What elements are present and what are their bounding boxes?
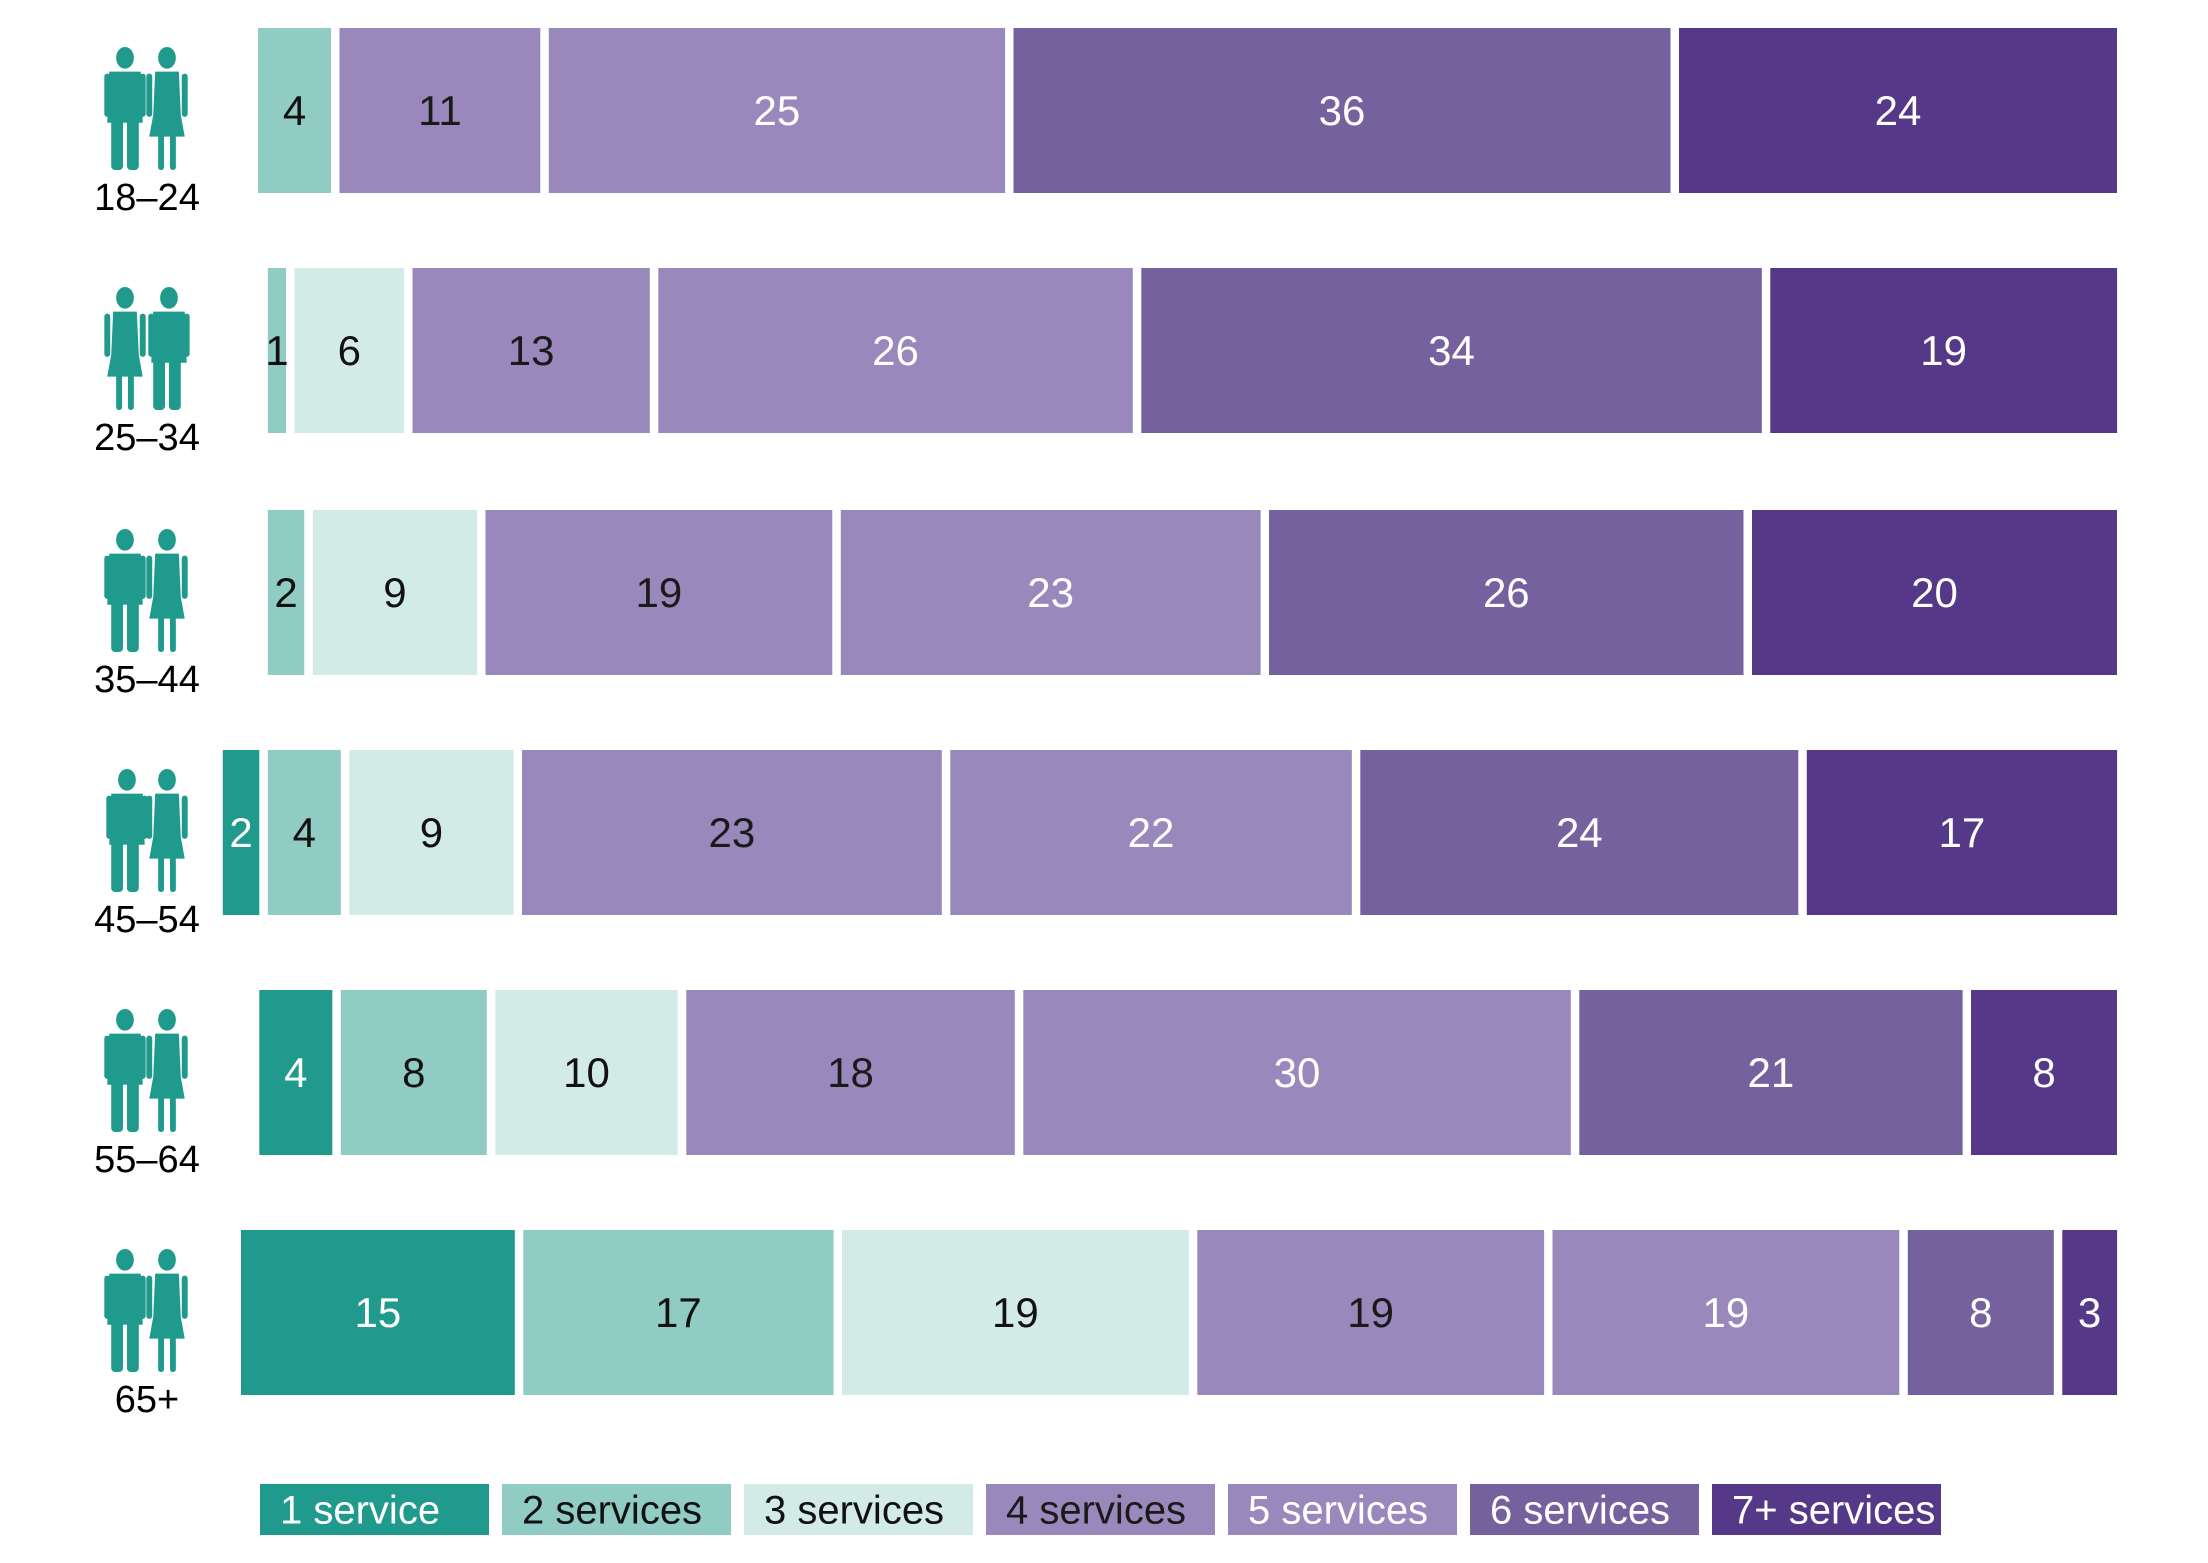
data-label: 19	[636, 569, 683, 616]
legend-label: 2 services	[522, 1489, 702, 1533]
data-label: 11	[418, 87, 462, 134]
legend-label: 1 service	[280, 1489, 440, 1533]
data-label: 1	[265, 327, 288, 374]
bar-row: 15 17 19 19 19 8 3	[241, 1230, 2118, 1395]
data-label: 18	[827, 1049, 874, 1096]
legend-item: 5 services	[1228, 1484, 1457, 1535]
data-label: 17	[655, 1289, 702, 1336]
data-label: 36	[1319, 87, 1366, 134]
stacked-bar-chart: 18–2425–3435–4445–5455–6465+ 4 11 25 36 241 6…	[94, 28, 2118, 1535]
age-group-label: 18–24	[94, 177, 200, 219]
data-label: 24	[1556, 809, 1603, 856]
legend-item: 6 services	[1470, 1484, 1699, 1535]
adults-45-54-silhouette-icon	[106, 768, 188, 893]
legend-label: 7+ services	[1732, 1489, 1935, 1533]
bar-row: 2 4 9 23 22 24 17	[222, 750, 2118, 915]
data-label: 13	[508, 327, 555, 374]
data-label: 30	[1274, 1049, 1321, 1096]
data-label: 34	[1428, 327, 1475, 374]
data-label: 19	[1347, 1289, 1394, 1336]
legend-item: 2 services	[502, 1484, 731, 1535]
data-label: 17	[1939, 809, 1986, 856]
data-label: 23	[1027, 569, 1074, 616]
legend-label: 4 services	[1006, 1489, 1186, 1533]
data-label: 19	[992, 1289, 1039, 1336]
legend-item: 7+ services	[1712, 1484, 1941, 1535]
legend-label: 6 services	[1490, 1489, 1670, 1533]
age-group-label: 45–54	[94, 899, 200, 941]
data-label: 2	[274, 569, 297, 616]
legend-label: 5 services	[1248, 1489, 1428, 1533]
data-label: 19	[1703, 1289, 1750, 1336]
data-label: 3	[2078, 1289, 2101, 1336]
data-label: 2	[229, 809, 252, 856]
data-label: 21	[1748, 1049, 1795, 1096]
adults-35-44-silhouette-icon	[104, 528, 188, 653]
data-label: 20	[1911, 569, 1958, 616]
legend-item: 3 services	[744, 1484, 973, 1535]
data-label: 25	[754, 87, 801, 134]
data-label: 19	[1920, 327, 1967, 374]
data-label: 9	[383, 569, 406, 616]
data-label: 6	[338, 327, 361, 374]
adults-25-34-silhouette-icon	[104, 286, 190, 411]
adults-55-64-silhouette-icon	[104, 1008, 188, 1133]
bar-row: 1 6 13 26 34 19	[265, 268, 2118, 433]
seniors-silhouette-icon	[104, 1248, 188, 1373]
data-label: 8	[2032, 1049, 2055, 1096]
age-group-label: 55–64	[94, 1139, 200, 1181]
legend: 1 service 2 services 3 services 4 services 5…	[260, 1484, 1941, 1535]
data-label: 24	[1875, 87, 1922, 134]
data-label: 8	[1969, 1289, 1992, 1336]
bar-rows: 4 11 25 36 241 6 13 26 34 192 9 19 23 26 202 4 9 23 22 24 17…	[222, 28, 2118, 1395]
age-group-label: 35–44	[94, 659, 200, 701]
data-label: 23	[709, 809, 756, 856]
legend-item: 1 service	[260, 1484, 489, 1535]
data-label: 10	[563, 1049, 610, 1096]
bar-row: 4 8 10 18 30 21 8	[259, 990, 2117, 1155]
young-adults-silhouette-icon	[104, 46, 188, 171]
data-label: 26	[1483, 569, 1530, 616]
bar-row: 4 11 25 36 24	[258, 28, 2117, 193]
legend-label: 3 services	[764, 1489, 944, 1533]
bar-row: 2 9 19 23 26 20	[267, 510, 2117, 675]
data-label: 9	[420, 809, 443, 856]
data-label: 15	[355, 1289, 402, 1336]
data-label: 22	[1128, 809, 1175, 856]
data-label: 4	[283, 87, 306, 134]
age-group-label: 65+	[115, 1379, 179, 1421]
legend-item: 4 services	[986, 1484, 1215, 1535]
data-label: 26	[872, 327, 919, 374]
data-label: 4	[293, 809, 316, 856]
data-label: 4	[284, 1049, 307, 1096]
age-group-label: 25–34	[94, 417, 200, 459]
data-label: 8	[402, 1049, 425, 1096]
